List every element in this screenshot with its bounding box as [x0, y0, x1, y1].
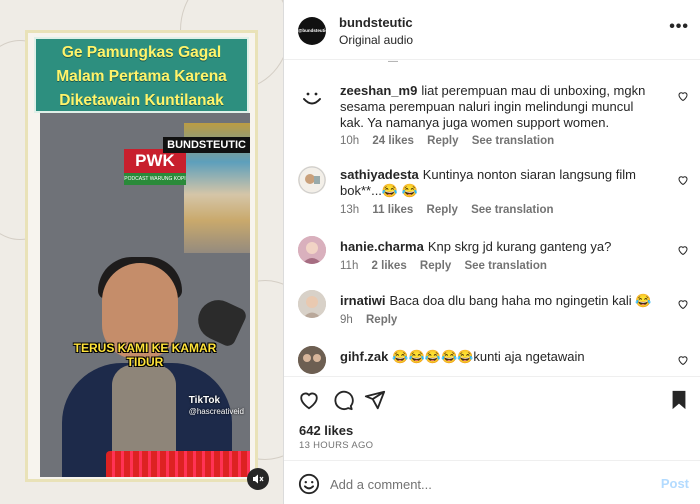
post-timestamp[interactable]: 13 HOURS AGO	[299, 440, 373, 451]
comment-username[interactable]: sathiyadesta	[340, 167, 419, 182]
see-translation-link[interactable]: See translation	[471, 204, 553, 216]
video-title-line: Diketawain Kuntilanak	[59, 92, 224, 109]
post-actions	[284, 376, 700, 420]
comment-text: Knp skrg jd kurang ganteng ya?	[427, 239, 612, 254]
comment-time: 13h	[340, 204, 360, 216]
comment-text: 😂😂😂😂😂kunti aja ngetawain	[392, 349, 585, 364]
comment-time: 11h	[340, 260, 359, 272]
comment-input[interactable]	[330, 473, 650, 495]
emoji-icon[interactable]	[298, 473, 320, 495]
video-subtitle: TERUS KAMI KE KAMAR TIDUR	[40, 341, 250, 369]
see-translation-link[interactable]: See translation	[472, 135, 554, 147]
comment-text: Baca doa dlu bang haha mo ngingetin kali…	[389, 293, 652, 308]
comment-likes[interactable]: 11 likes	[372, 204, 413, 216]
video-title: Ge Pamungkas Gagal Malam Pertama Karena …	[34, 37, 249, 113]
video-title-line: Ge Pamungkas Gagal	[61, 44, 222, 61]
comment-username[interactable]: gihf.zak	[340, 349, 388, 364]
video-frame: Ge Pamungkas Gagal Malam Pertama Karena …	[25, 30, 258, 482]
comment-body: irnatiwi Baca doa dlu bang haha mo nginge…	[340, 293, 660, 309]
comment-meta: 10h 24 likes Reply See translation	[340, 135, 564, 147]
podcast-logo-subtitle: PODCAST WARUNG KOPI	[124, 173, 186, 185]
commenter-avatar[interactable]	[298, 166, 326, 194]
photo-avatar-icon	[298, 166, 326, 194]
comment-body: zeeshan_m9 liat perempuan mau di unboxing…	[340, 83, 660, 131]
comment-meta: 13h 11 likes Reply See translation	[340, 204, 564, 216]
comment-time: 10h	[340, 135, 360, 147]
heart-icon[interactable]	[677, 298, 689, 310]
subtitle-line: TERUS KAMI KE KAMAR	[73, 341, 217, 355]
video-pane[interactable]: Ge Pamungkas Gagal Malam Pertama Karena …	[0, 0, 283, 504]
comment-body: gihf.zak 😂😂😂😂😂kunti aja ngetawain	[340, 349, 660, 365]
reply-button[interactable]: Reply	[427, 135, 458, 147]
post-comment-button[interactable]: Post	[661, 476, 689, 491]
commenter-avatar[interactable]	[298, 236, 326, 264]
tiktok-handle: @hascreativeid	[188, 407, 244, 416]
bookmark-icon[interactable]	[668, 389, 690, 411]
comment-time: 9h	[340, 314, 353, 326]
photo-avatar-icon	[298, 346, 326, 374]
more-options-icon[interactable]: •••	[669, 18, 689, 36]
red-basket	[106, 451, 250, 477]
comment-username[interactable]: zeeshan_m9	[340, 83, 417, 98]
like-heart-icon[interactable]	[298, 389, 320, 411]
heart-icon[interactable]	[677, 90, 689, 102]
speaker-muted-icon	[253, 474, 264, 484]
comment-likes[interactable]: 24 likes	[372, 135, 414, 147]
comment-composer: Post	[284, 460, 700, 504]
subtitle-line: TIDUR	[126, 355, 164, 369]
video-scene: PWK PODCAST WARUNG KOPI BUNDSTEUTIC TERU…	[40, 113, 250, 477]
comment-body: sathiyadesta Kuntinya nonton siaran langs…	[340, 167, 660, 199]
comment-bubble-icon[interactable]	[332, 389, 354, 411]
comment-body: hanie.charma Knp skrg jd kurang ganteng y…	[340, 239, 660, 255]
heart-icon[interactable]	[677, 354, 689, 366]
heart-icon[interactable]	[677, 174, 689, 186]
reply-button[interactable]: Reply	[427, 204, 458, 216]
comments-list[interactable]: — zeeshan_m9 liat perempuan mau di unboxi…	[284, 60, 700, 376]
comment-username[interactable]: irnatiwi	[340, 293, 386, 308]
video-title-line: Malam Pertama Karena	[56, 68, 227, 85]
comment-likes[interactable]: 2 likes	[372, 260, 407, 272]
commenter-avatar[interactable]	[298, 346, 326, 374]
comment-username[interactable]: hanie.charma	[340, 239, 424, 254]
audio-label[interactable]: Original audio	[339, 33, 413, 47]
commenter-avatar[interactable]	[298, 84, 326, 112]
post-header: @bundsteutic bundsteutic Original audio …	[284, 0, 700, 60]
share-paper-plane-icon[interactable]	[364, 389, 386, 411]
comment-meta: 11h 2 likes Reply See translation	[340, 260, 557, 272]
tiktok-label: TikTok	[188, 395, 221, 406]
smiley-avatar-icon	[303, 92, 321, 105]
mute-button[interactable]	[247, 468, 269, 490]
see-translation-link[interactable]: See translation	[464, 260, 546, 272]
photo-avatar-icon	[298, 236, 326, 264]
photo-avatar-icon	[298, 290, 326, 318]
reply-button[interactable]: Reply	[420, 260, 451, 272]
heart-icon[interactable]	[677, 244, 689, 256]
reply-button[interactable]: Reply	[366, 314, 397, 326]
post-sidebar: @bundsteutic bundsteutic Original audio …	[283, 0, 700, 504]
comment-meta: 9h Reply	[340, 314, 407, 326]
likes-count[interactable]: 642 likes	[299, 423, 353, 438]
author-avatar[interactable]: @bundsteutic	[298, 17, 326, 45]
scroll-indicator: —	[388, 60, 398, 67]
commenter-avatar[interactable]	[298, 290, 326, 318]
tiktok-watermark: TikTok @hascreativeid	[189, 395, 244, 417]
brand-watermark: BUNDSTEUTIC	[163, 137, 250, 153]
author-username[interactable]: bundsteutic	[339, 15, 413, 30]
